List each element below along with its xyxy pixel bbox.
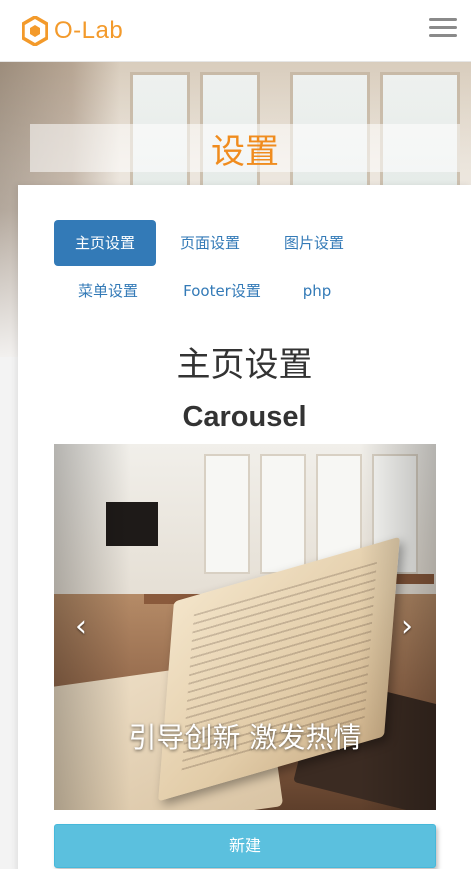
tab-home-settings[interactable]: 主页设置 — [54, 220, 156, 266]
hamburger-menu-icon[interactable] — [429, 18, 457, 42]
tab-menu-settings[interactable]: 菜单设置 — [60, 268, 156, 314]
carousel-heading: Carousel — [182, 401, 307, 433]
brand-logo[interactable]: O-Lab — [22, 16, 123, 46]
page-title: 设置 — [211, 131, 279, 172]
hexagon-logo-icon — [22, 16, 48, 46]
title-band: 设置 — [30, 124, 460, 172]
chevron-left-icon[interactable]: ‹ — [66, 612, 96, 642]
tab-php[interactable]: php — [284, 268, 350, 314]
chevron-right-icon[interactable]: › — [392, 612, 422, 642]
tab-footer-settings[interactable]: Footer设置 — [168, 268, 276, 314]
tab-page-settings[interactable]: 页面设置 — [162, 220, 258, 266]
carousel[interactable]: 引导创新 激发热情 ‹ › — [54, 444, 436, 810]
section-heading: 主页设置 — [176, 345, 313, 385]
brand-name: O-Lab — [54, 17, 124, 44]
carousel-caption: 引导创新 激发热情 — [128, 721, 362, 754]
new-button[interactable]: 新建 — [54, 824, 436, 868]
top-navbar: O-Lab — [0, 0, 471, 62]
settings-card: 主页设置 页面设置 图片设置 菜单设置 Footer设置 php 主页设置 Ca… — [18, 185, 471, 869]
tab-image-settings[interactable]: 图片设置 — [266, 220, 362, 266]
